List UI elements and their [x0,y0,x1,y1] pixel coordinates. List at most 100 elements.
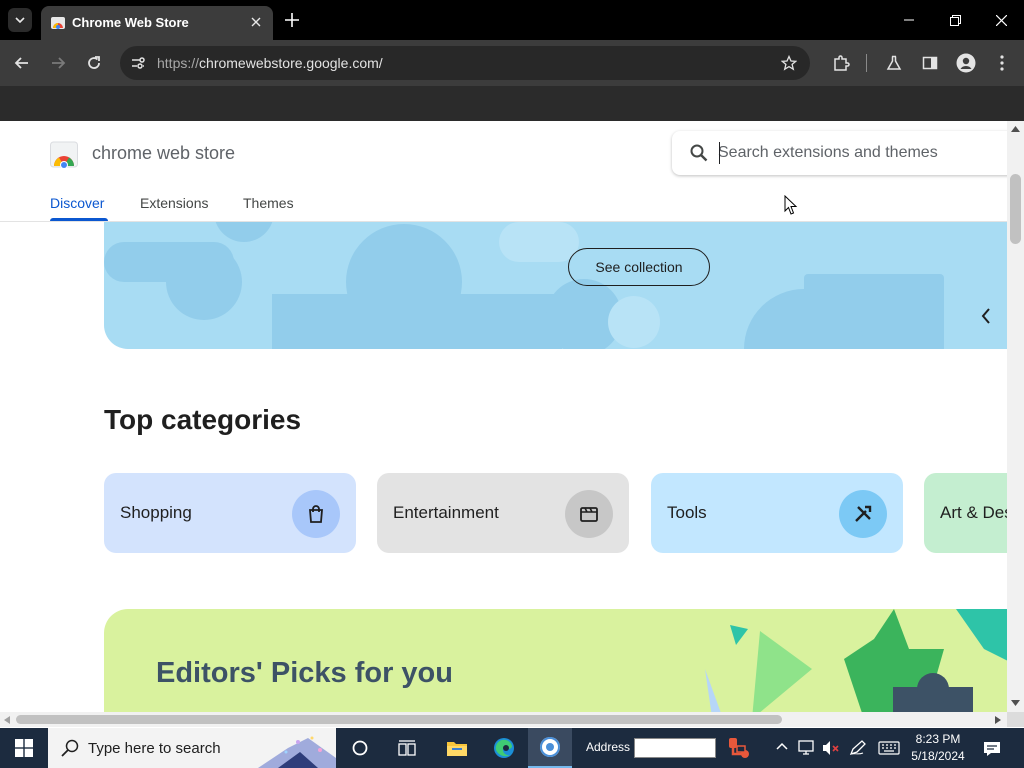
new-tab-button[interactable] [281,9,303,31]
tab-extensions[interactable]: Extensions [140,195,208,211]
vertical-scrollbar[interactable] [1007,121,1024,712]
tab-close-button[interactable] [247,13,265,31]
remote-app-button[interactable] [716,728,760,768]
mouse-cursor-icon [784,195,798,215]
horizontal-scroll-thumb[interactable] [16,715,782,724]
chevron-up-icon[interactable] [776,742,788,750]
editors-picks-banner: Editors' Picks for you [104,609,1007,712]
chevron-left-icon [981,308,990,324]
cortana-icon [352,740,368,756]
more-vert-icon [1000,55,1004,71]
arrow-right-icon [52,57,66,69]
category-label: Art & Design [940,503,1007,522]
minimize-icon [904,19,914,21]
scroll-left-arrow-icon[interactable] [4,716,10,724]
plus-icon [285,13,299,27]
scroll-right-arrow-icon[interactable] [995,716,1001,724]
tab-title: Chrome Web Store [72,15,189,30]
tab-themes[interactable]: Themes [243,195,294,211]
store-page: chrome web store Discover Extensions The… [0,121,1007,712]
carousel-prev-button[interactable] [974,304,998,328]
see-collection-button[interactable]: See collection [568,248,710,286]
address-toolbar-input[interactable] [634,738,716,758]
store-search-box[interactable] [672,131,1007,175]
back-button[interactable] [8,49,36,77]
restore-icon [949,14,961,26]
edge-icon [494,738,514,758]
chrome-icon [540,737,560,757]
start-button[interactable] [0,728,48,768]
address-bar[interactable]: https://chromewebstore.google.com/ [120,46,810,80]
editors-picks-heading: Editors' Picks for you [156,657,453,689]
windows-taskbar: Type here to search Address 8:23 PM 5/18… [0,728,1024,768]
extensions-button[interactable] [827,49,855,77]
browser-infobar-area [0,86,1024,121]
browser-titlebar: Chrome Web Store [0,0,1024,40]
volume-muted-icon[interactable] [822,740,840,756]
cortana-button[interactable] [338,728,382,768]
restore-button[interactable] [932,0,978,40]
edge-button[interactable] [482,728,526,768]
side-panel-button[interactable] [916,49,944,77]
close-icon [995,14,1007,26]
clock-time: 8:23 PM [915,732,961,746]
flask-icon [886,55,902,70]
tools-icon [839,490,887,538]
forward-button[interactable] [44,49,72,77]
close-window-button[interactable] [978,0,1024,40]
side-panel-icon [922,56,938,70]
chevron-down-icon [15,17,25,23]
minimize-button[interactable] [886,0,932,40]
arrow-left-icon [14,57,28,69]
address-toolbar-label: Address [586,740,631,754]
movie-icon [565,490,613,538]
profile-avatar-icon [956,53,976,73]
search-highlight-illustration [258,736,336,768]
scrollbar-corner [1007,712,1024,727]
horizontal-scrollbar[interactable] [0,712,1007,727]
profile-button[interactable] [952,49,980,77]
category-entertainment[interactable]: Entertainment [377,473,629,553]
category-label: Tools [667,503,707,522]
network-icon[interactable] [798,740,816,756]
vertical-scroll-thumb[interactable] [1010,174,1021,244]
search-icon [61,739,79,757]
url-scheme: https:// [157,55,200,71]
store-logo-text: chrome web store [92,143,236,163]
chrome-taskbar-button[interactable] [528,728,572,768]
remote-tool-icon [729,738,749,758]
url-text: https://chromewebstore.google.com/ [157,55,383,71]
toolbar-divider [866,54,867,72]
chrome-web-store-logo [50,141,78,168]
tab-search-button[interactable] [8,8,32,32]
url-host: chromewebstore.google.com/ [199,55,383,71]
taskbar-clock[interactable]: 8:23 PM 5/18/2024 [903,731,973,765]
tab-discover[interactable]: Discover [50,195,104,211]
search-icon [690,144,708,162]
task-view-icon [398,740,416,756]
shopping-bag-icon [292,490,340,538]
notifications-icon[interactable] [983,740,1001,758]
category-art-design[interactable]: Art & Design [924,473,1007,553]
search-input[interactable] [718,139,998,167]
site-info-icon [132,57,145,69]
tab-chrome-web-store[interactable]: Chrome Web Store [41,6,273,40]
menu-button[interactable] [988,49,1016,77]
keyboard-icon[interactable] [878,741,900,755]
category-tools[interactable]: Tools [651,473,903,553]
pen-icon[interactable] [849,740,867,756]
puzzle-icon [834,55,850,71]
labs-button[interactable] [880,49,908,77]
bookmark-star-icon[interactable] [781,55,797,71]
folder-icon [447,742,467,756]
task-view-button[interactable] [385,728,429,768]
hero-banner: See collection [104,222,1007,349]
reload-button[interactable] [80,49,108,77]
file-explorer-button[interactable] [435,728,479,768]
reload-icon [88,56,100,69]
chrome-web-store-favicon [51,17,65,29]
category-shopping[interactable]: Shopping [104,473,356,553]
scroll-up-arrow-icon[interactable] [1011,126,1020,132]
scroll-down-arrow-icon[interactable] [1011,700,1020,706]
taskbar-search-box[interactable]: Type here to search [48,728,336,768]
